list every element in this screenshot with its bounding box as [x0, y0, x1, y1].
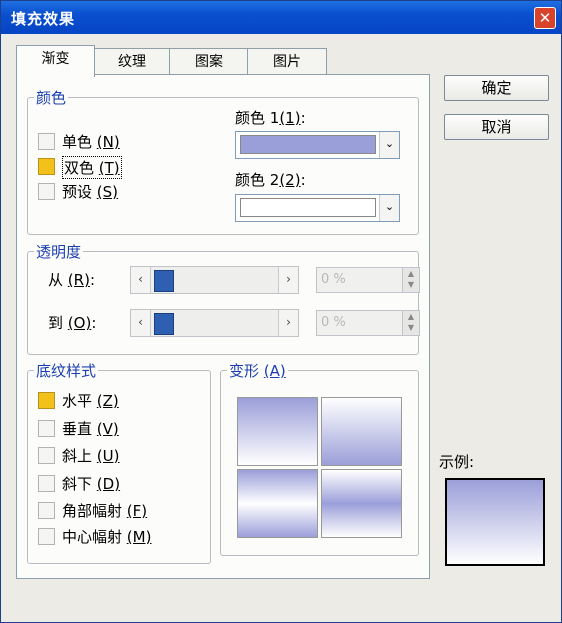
variant-4[interactable]	[321, 469, 402, 538]
from-corner-label[interactable]: 角部幅射 (F)	[62, 500, 147, 521]
close-button[interactable]: ✕	[534, 7, 556, 29]
transparency-group-title: 透明度	[34, 241, 84, 262]
horizontal-label[interactable]: 水平 (Z)	[62, 390, 119, 411]
horizontal-checkbox[interactable]	[38, 392, 55, 409]
from-label: 从 (R):	[48, 271, 95, 289]
diagonal-up-checkbox[interactable]	[38, 447, 55, 464]
variants-group-title: 变形 (A)	[227, 360, 288, 381]
tab-gradient[interactable]: 渐变	[16, 45, 95, 77]
shading-styles-title: 底纹样式	[34, 360, 99, 381]
sample-preview	[445, 478, 545, 566]
one-color-label[interactable]: 单色 (N)	[62, 131, 120, 152]
color2-label: 颜色 2(2):	[235, 171, 306, 189]
color1-dropdown[interactable]: ⌄	[235, 131, 400, 159]
color2-dropdown[interactable]: ⌄	[235, 194, 400, 222]
gradient-tab-panel: 颜色 单色 (N) 双色 (T) 预设 (S) 颜色 1(1): ⌄ 颜色 2(…	[16, 74, 430, 579]
fill-effects-dialog: 填充效果 ✕ 渐变 纹理 图案 图片 颜色 单色 (N) 双色 (T) 预设 (…	[0, 0, 562, 623]
slider-thumb[interactable]	[154, 313, 174, 335]
diagonal-down-checkbox[interactable]	[38, 475, 55, 492]
color1-label: 颜色 1(1):	[235, 109, 306, 127]
two-colors-checkbox[interactable]	[38, 158, 55, 175]
spin-icon[interactable]: ▲ ▼	[402, 311, 419, 335]
transparency-group: 透明度 从 (R): ‹ › 0 % ▲ ▼ 到 (O): ‹ › 0 % ▲ ▼	[27, 241, 420, 355]
variants-group: 变形 (A)	[220, 360, 419, 556]
color2-swatch	[240, 198, 376, 217]
title-bar: 填充效果 ✕	[1, 1, 561, 34]
colors-group: 颜色 单色 (N) 双色 (T) 预设 (S) 颜色 1(1): ⌄ 颜色 2(…	[27, 87, 419, 235]
tab-texture[interactable]: 纹理	[93, 48, 171, 75]
to-value: 0 %	[321, 315, 346, 330]
to-label: 到 (O):	[48, 314, 97, 332]
one-color-checkbox[interactable]	[38, 133, 55, 150]
from-value: 0 %	[321, 272, 346, 287]
chevron-down-icon[interactable]: ⌄	[379, 132, 399, 158]
preset-checkbox[interactable]	[38, 183, 55, 200]
from-corner-checkbox[interactable]	[38, 502, 55, 519]
dialog-title: 填充效果	[11, 10, 76, 28]
diagonal-down-label[interactable]: 斜下 (D)	[62, 473, 120, 494]
tab-picture[interactable]: 图片	[247, 48, 327, 75]
variant-2[interactable]	[321, 397, 402, 466]
chevron-right-icon[interactable]: ›	[278, 310, 298, 336]
vertical-checkbox[interactable]	[38, 420, 55, 437]
two-colors-label[interactable]: 双色 (T)	[62, 156, 122, 179]
preset-label[interactable]: 预设 (S)	[62, 181, 118, 202]
ok-button[interactable]: 确定	[444, 75, 549, 101]
variant-1[interactable]	[237, 397, 318, 466]
diagonal-up-label[interactable]: 斜上 (U)	[62, 445, 119, 466]
tab-pattern[interactable]: 图案	[169, 48, 249, 75]
colors-group-title: 颜色	[34, 87, 69, 108]
chevron-left-icon[interactable]: ‹	[131, 310, 151, 336]
slider-thumb[interactable]	[154, 270, 174, 292]
variant-3[interactable]	[237, 469, 318, 538]
spin-icon[interactable]: ▲ ▼	[402, 268, 419, 292]
to-transparency-spinner[interactable]: 0 % ▲ ▼	[316, 310, 420, 336]
shading-styles-group: 底纹样式 水平 (Z) 垂直 (V) 斜上 (U) 斜下 (D) 角部幅射 (F…	[27, 360, 211, 564]
from-center-label[interactable]: 中心幅射 (M)	[62, 526, 151, 547]
chevron-down-icon[interactable]: ⌄	[379, 195, 399, 221]
from-center-checkbox[interactable]	[38, 528, 55, 545]
color1-swatch	[240, 135, 376, 154]
chevron-left-icon[interactable]: ‹	[131, 267, 151, 293]
chevron-right-icon[interactable]: ›	[278, 267, 298, 293]
cancel-button[interactable]: 取消	[444, 114, 549, 140]
from-transparency-spinner[interactable]: 0 % ▲ ▼	[316, 267, 420, 293]
from-transparency-slider[interactable]: ‹ ›	[130, 266, 299, 294]
to-transparency-slider[interactable]: ‹ ›	[130, 309, 299, 337]
sample-label: 示例:	[439, 453, 475, 471]
vertical-label[interactable]: 垂直 (V)	[62, 418, 119, 439]
